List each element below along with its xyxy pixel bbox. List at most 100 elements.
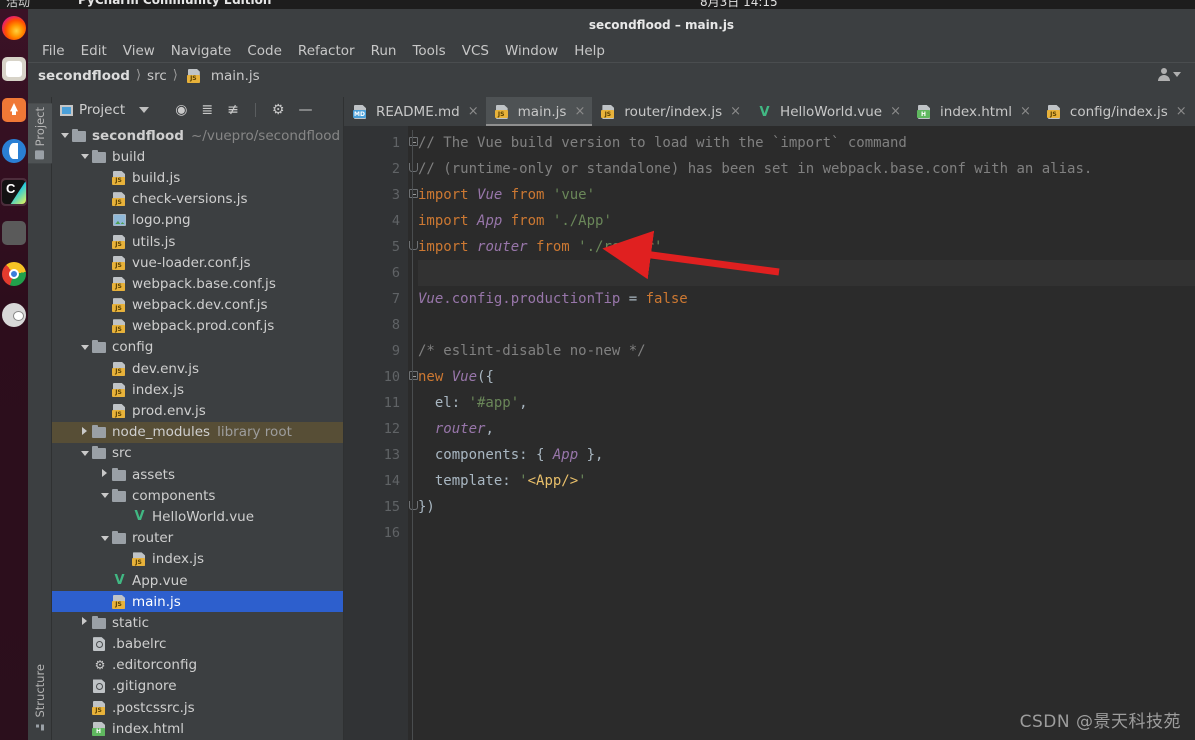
os-clock[interactable]: 8月3日 14:15 xyxy=(700,0,778,9)
code-line[interactable] xyxy=(418,520,1195,546)
line-number[interactable]: 12 xyxy=(344,416,408,442)
menu-item-window[interactable]: Window xyxy=(505,43,558,59)
breadcrumb-project[interactable]: secondflood xyxy=(38,68,130,84)
navigation-bar[interactable]: secondflood ⟩ src ⟩ JS main.js xyxy=(28,62,1195,88)
tree-row--babelrc[interactable]: .babelrc xyxy=(52,634,343,655)
collapse-all-icon[interactable]: ≢ xyxy=(227,103,239,117)
chevron-down-icon[interactable] xyxy=(98,533,111,544)
menu-item-run[interactable]: Run xyxy=(371,43,397,59)
dock-item-terminal[interactable] xyxy=(0,218,28,248)
menu-item-tools[interactable]: Tools xyxy=(412,43,445,59)
code-line[interactable]: // The Vue build version to load with th… xyxy=(418,130,1195,156)
menu-bar[interactable]: File Edit View Navigate Code Refactor Ru… xyxy=(28,40,1195,62)
tree-row-src[interactable]: src xyxy=(52,443,343,464)
code-line[interactable]: Vue.config.productionTip = false xyxy=(418,286,1195,312)
line-number[interactable]: 10 xyxy=(344,364,418,390)
tree-row-logo-png[interactable]: logo.png xyxy=(52,210,343,231)
code-line[interactable]: new Vue({ xyxy=(418,364,1195,390)
tree-row-node-modules[interactable]: node_modules library root xyxy=(52,421,343,443)
tree-row-index-html[interactable]: Hindex.html xyxy=(52,718,343,739)
dock-item-firefox[interactable] xyxy=(0,13,28,43)
line-number[interactable]: 14 xyxy=(344,468,408,494)
os-activities-label[interactable]: 活动 xyxy=(6,0,30,9)
dock-item-office[interactable] xyxy=(0,95,28,125)
chevron-right-icon[interactable] xyxy=(78,617,91,628)
tree-row-check-versions-js[interactable]: JS check-versions.js xyxy=(52,189,343,210)
project-view-selector[interactable]: Project xyxy=(60,102,150,118)
dock-item-help[interactable] xyxy=(0,300,28,330)
project-file-tree[interactable]: secondflood ~/vuepro/secondflood build JS bu… xyxy=(52,123,343,740)
editor-tab-main-js[interactable]: JS main.js × xyxy=(485,97,593,126)
close-icon[interactable]: × xyxy=(574,104,585,119)
tree-row--postcssrc-js[interactable]: JS .postcssrc.js xyxy=(52,697,343,718)
tree-row-webpack-dev-conf-js[interactable]: JS webpack.dev.conf.js xyxy=(52,295,343,316)
code-line[interactable]: }) xyxy=(418,494,1195,520)
line-number[interactable]: 9 xyxy=(344,338,408,364)
editor-tab-strip[interactable]: MD README.md × JS main.js × JS router/index.js ×… xyxy=(344,97,1195,126)
tree-row-vue-loader-conf-js[interactable]: JS vue-loader.conf.js xyxy=(52,252,343,273)
editor-tab-readme-md[interactable]: MD README.md × xyxy=(344,97,486,126)
chevron-down-icon[interactable] xyxy=(78,151,91,162)
code-line[interactable]: import App from './App' xyxy=(418,208,1195,234)
locate-icon[interactable]: ◉ xyxy=(175,103,187,117)
menu-item-file[interactable]: File xyxy=(42,43,65,59)
code-line[interactable]: components: { App }, xyxy=(418,442,1195,468)
dock-item-software[interactable] xyxy=(0,136,28,166)
code-text[interactable]: // The Vue build version to load with th… xyxy=(408,126,1195,740)
left-tool-stripe[interactable]: Project Structure xyxy=(28,97,52,740)
line-number[interactable]: 16 xyxy=(344,520,408,546)
line-number[interactable]: 5 xyxy=(344,234,418,260)
breadcrumb-src[interactable]: src xyxy=(147,68,167,84)
code-view[interactable]: 1 2 3 4 5 6 7 8 9 10 11 12 13 14 15 16 // The Vue build… xyxy=(344,126,1195,740)
project-panel-actions[interactable]: ◉ ≣ ≢ ⚙ — xyxy=(175,103,312,117)
chevron-down-icon[interactable] xyxy=(58,130,71,141)
tree-row-webpack-prod-conf-js[interactable]: JS webpack.prod.conf.js xyxy=(52,316,343,337)
os-active-app-label[interactable]: PyCharm Community Edition xyxy=(78,0,271,7)
code-line[interactable]: /* eslint-disable no-new */ xyxy=(418,338,1195,364)
code-line[interactable]: template: '<App/>' xyxy=(418,468,1195,494)
line-number[interactable]: 4 xyxy=(344,208,408,234)
tree-row--editorconfig[interactable]: ⚙ .editorconfig xyxy=(52,655,343,676)
tree-row-assets[interactable]: assets xyxy=(52,464,343,485)
menu-item-edit[interactable]: Edit xyxy=(81,43,107,59)
chevron-down-icon[interactable] xyxy=(78,448,91,459)
line-number[interactable]: 2 xyxy=(344,156,418,182)
line-number[interactable]: 8 xyxy=(344,312,408,338)
line-number[interactable]: 6 xyxy=(344,260,408,286)
menu-item-refactor[interactable]: Refactor xyxy=(298,43,355,59)
expand-all-icon[interactable]: ≣ xyxy=(201,103,213,117)
dock-item-pycharm[interactable] xyxy=(0,177,28,207)
line-number[interactable]: 13 xyxy=(344,442,408,468)
tree-row-prod-env-js[interactable]: JS prod.env.js xyxy=(52,400,343,421)
editor-tab-router-index-js[interactable]: JS router/index.js × xyxy=(592,97,748,126)
code-line[interactable]: router, xyxy=(418,416,1195,442)
tree-row-components[interactable]: components xyxy=(52,485,343,506)
editor-tab-config-index-js[interactable]: JS config/index.js × xyxy=(1038,97,1194,126)
code-line[interactable]: import router from './router' xyxy=(418,234,1195,260)
tree-row-app-vue[interactable]: V App.vue xyxy=(52,570,343,591)
chevron-down-icon[interactable] xyxy=(78,342,91,353)
menu-item-code[interactable]: Code xyxy=(247,43,282,59)
line-number[interactable]: 7 xyxy=(344,286,408,312)
menu-item-view[interactable]: View xyxy=(123,43,155,59)
tool-window-button-structure[interactable]: Structure xyxy=(28,660,52,735)
settings-gear-icon[interactable]: ⚙ xyxy=(272,103,285,117)
close-icon[interactable]: × xyxy=(1020,104,1031,119)
line-number-gutter[interactable]: 1 2 3 4 5 6 7 8 9 10 11 12 13 14 15 16 xyxy=(344,126,418,740)
tree-row-dev-env-js[interactable]: JS dev.env.js xyxy=(52,358,343,379)
menu-item-help[interactable]: Help xyxy=(574,43,605,59)
line-number[interactable]: 15 xyxy=(344,494,418,520)
line-number[interactable]: 3 xyxy=(344,182,418,208)
tree-row-config[interactable]: config xyxy=(52,337,343,358)
tree-row-build-js[interactable]: JS build.js xyxy=(52,167,343,188)
editor-tab-index-html[interactable]: Hindex.html × xyxy=(908,97,1038,126)
ubuntu-dock[interactable] xyxy=(0,9,28,740)
code-line[interactable]: // (runtime-only or standalone) has been… xyxy=(418,156,1195,182)
close-icon[interactable]: × xyxy=(1176,104,1187,119)
line-number[interactable]: 1 xyxy=(344,130,418,156)
chevron-right-icon[interactable] xyxy=(78,426,91,438)
code-line[interactable]: import Vue from 'vue' xyxy=(418,182,1195,208)
tree-row-main-js[interactable]: JS main.js xyxy=(52,591,343,613)
chevron-down-icon[interactable] xyxy=(139,107,150,113)
tree-row-index-js[interactable]: JS index.js xyxy=(52,549,343,570)
